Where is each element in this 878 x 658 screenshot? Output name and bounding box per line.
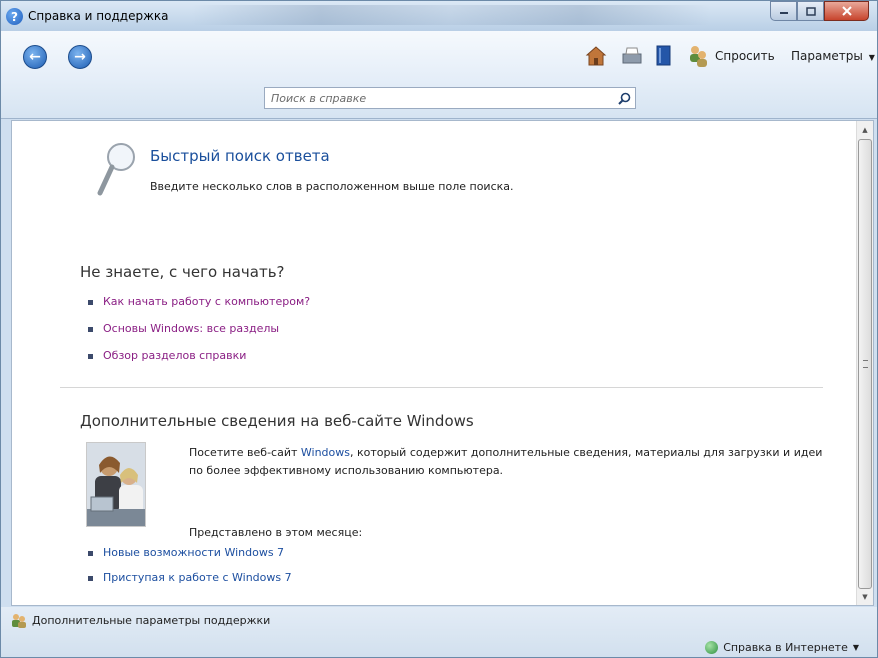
magnifier-icon (97, 143, 135, 196)
getting-started-heading: Не знаете, с чего начать? (80, 263, 285, 281)
windows-site-heading: Дополнительные сведения на веб-сайте Win… (80, 412, 474, 430)
search-icon (617, 92, 630, 105)
link-windows-basics[interactable]: Основы Windows: все разделы (88, 322, 310, 349)
link-get-started-computer[interactable]: Как начать работу с компьютером? (88, 295, 310, 322)
bullet (88, 576, 93, 581)
minimize-icon (779, 12, 788, 14)
home-button[interactable] (583, 43, 609, 69)
scroll-down-button[interactable]: ▼ (857, 588, 873, 605)
link-browse-help-topics[interactable]: Обзор разделов справки (88, 349, 310, 376)
print-button[interactable] (619, 43, 645, 69)
chevron-up-icon: ▲ (862, 125, 868, 134)
options-label: Параметры (791, 49, 863, 63)
back-icon: ← (29, 49, 41, 65)
online-help-menu[interactable]: Справка в Интернете ▼ (705, 641, 859, 654)
options-menu[interactable]: Параметры ▼ (791, 49, 875, 63)
more-support-options-link[interactable]: Дополнительные параметры поддержки (11, 613, 270, 628)
section-divider (60, 387, 823, 388)
chevron-down-icon: ▼ (862, 592, 868, 601)
window-controls (770, 1, 869, 21)
link-label: Обзор разделов справки (103, 349, 247, 362)
bullet (88, 551, 93, 556)
scroll-up-button[interactable]: ▲ (857, 121, 873, 138)
help-icon: ? (6, 8, 23, 25)
link-whats-new-windows7[interactable]: Новые возможности Windows 7 (88, 546, 292, 571)
forward-button[interactable]: → (68, 45, 92, 69)
chevron-down-icon: ▼ (868, 53, 875, 62)
back-button[interactable]: ← (23, 45, 47, 69)
bullet (88, 327, 93, 332)
bullet (88, 354, 93, 359)
more-support-options-label: Дополнительные параметры поддержки (32, 614, 271, 627)
help-window: ? Справка и поддержка ← → Спросить Парам… (0, 0, 878, 658)
chevron-down-icon: ▼ (852, 643, 859, 652)
window-title: Справка и поддержка (28, 9, 169, 23)
online-help-label: Справка в Интернете (723, 641, 848, 654)
close-icon (841, 6, 852, 16)
link-getting-started-windows7[interactable]: Приступая к работе с Windows 7 (88, 571, 292, 596)
windows-site-description: Посетите веб-сайт Windows, который содер… (189, 444, 829, 480)
support-options-icon (12, 614, 26, 628)
ask-icon (690, 46, 707, 67)
featured-links: Новые возможности Windows 7 Приступая к … (88, 546, 292, 596)
ask-label[interactable]: Спросить (715, 49, 775, 63)
globe-icon (705, 641, 719, 654)
search-box (264, 87, 636, 109)
maximize-icon (805, 6, 816, 16)
quick-search-title: Быстрый поиск ответа (150, 147, 330, 165)
grip-icon (863, 360, 868, 368)
toolbar: ← → Спросить Параметры ▼ Поиск в справке (1, 31, 877, 119)
browse-help-icon (656, 45, 671, 66)
people-illustration (87, 443, 145, 526)
title-bar[interactable]: ? Справка и поддержка (1, 1, 877, 31)
footer: Дополнительные параметры поддержки Справ… (1, 607, 877, 657)
ask-button[interactable] (685, 43, 711, 69)
description-text-start: Посетите веб-сайт (189, 446, 301, 459)
vertical-scrollbar[interactable]: ▲ ▼ (856, 121, 873, 605)
featured-this-month-label: Представлено в этом месяце: (189, 526, 363, 539)
quick-search-description: Введите несколько слов в расположенном в… (150, 180, 514, 193)
close-button[interactable] (824, 1, 869, 21)
search-input[interactable] (265, 89, 613, 107)
people-photo (86, 442, 146, 527)
forward-icon: → (74, 49, 86, 65)
windows-website-link[interactable]: Windows (301, 446, 350, 459)
link-label: Приступая к работе с Windows 7 (103, 571, 292, 584)
print-icon (622, 47, 642, 64)
bullet (88, 300, 93, 305)
search-button[interactable] (613, 88, 635, 108)
title-bar-glass (191, 5, 711, 25)
link-label: Новые возможности Windows 7 (103, 546, 285, 559)
browse-help-button[interactable] (651, 43, 677, 69)
link-label: Основы Windows: все разделы (103, 322, 280, 335)
maximize-button[interactable] (797, 1, 824, 21)
home-icon (585, 46, 607, 66)
getting-started-links: Как начать работу с компьютером? Основы … (88, 295, 310, 376)
link-label: Как начать работу с компьютером? (103, 295, 311, 308)
scroll-thumb[interactable] (858, 139, 872, 589)
help-content: Быстрый поиск ответа Введите несколько с… (11, 120, 874, 606)
minimize-button[interactable] (770, 1, 797, 21)
